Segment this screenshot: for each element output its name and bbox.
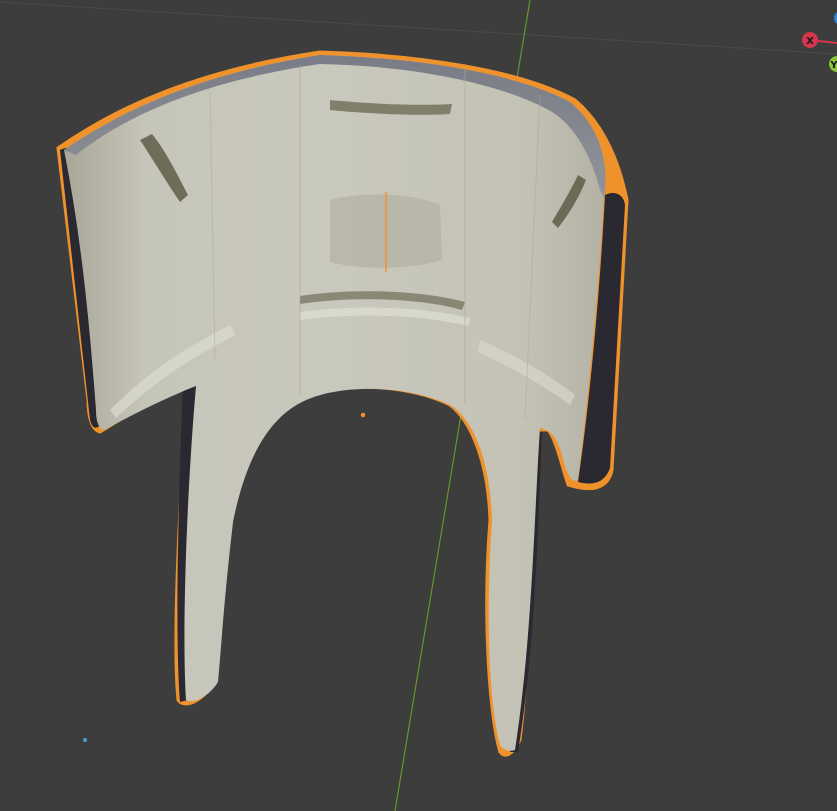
mesh-surface bbox=[64, 55, 606, 751]
gizmo-y-axis-handle[interactable]: Y bbox=[829, 56, 837, 72]
navigation-gizmo[interactable]: X Y bbox=[802, 11, 837, 72]
light-icon[interactable] bbox=[83, 738, 87, 742]
gizmo-x-axis-handle[interactable]: X bbox=[802, 32, 818, 48]
selected-mesh-object[interactable] bbox=[56, 50, 629, 757]
gizmo-x-label: X bbox=[806, 36, 814, 47]
object-origin-dot[interactable] bbox=[360, 412, 366, 418]
grid-line bbox=[0, 1, 837, 55]
viewport-canvas[interactable]: X Y bbox=[0, 0, 837, 811]
gizmo-y-label: Y bbox=[829, 60, 837, 71]
3d-viewport[interactable]: X Y bbox=[0, 0, 837, 811]
